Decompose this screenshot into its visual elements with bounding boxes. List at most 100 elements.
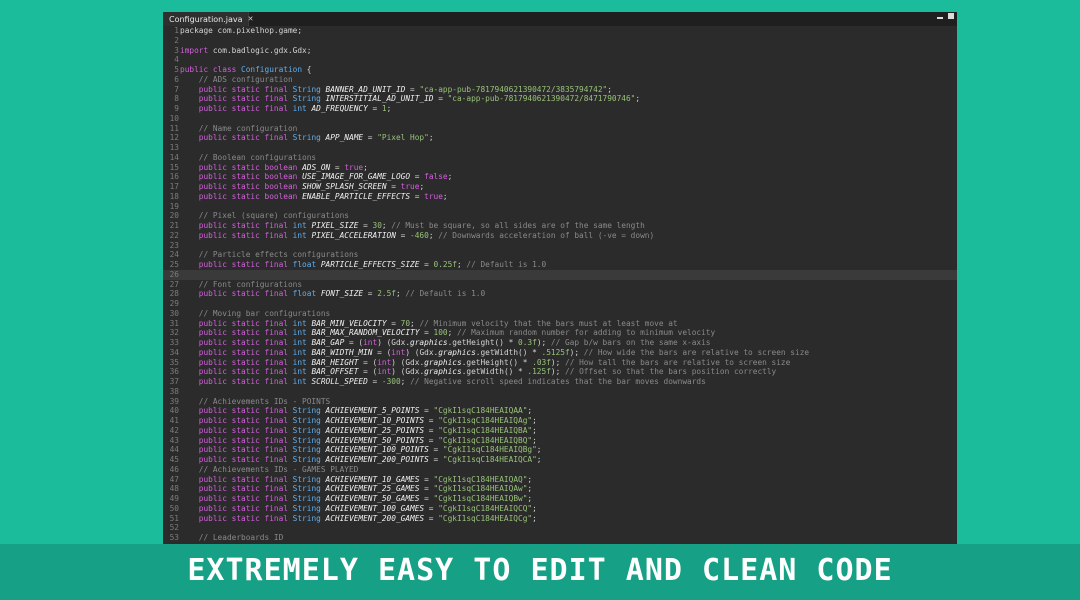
code-text: public static final String INTERSTITIAL_… <box>180 94 641 104</box>
code-line[interactable]: 30 // Moving bar configurations <box>163 309 957 319</box>
line-number: 13 <box>169 143 179 152</box>
line-number: 20 <box>169 211 179 221</box>
line-number: 21 <box>169 221 179 230</box>
line-number: 49 <box>169 494 179 503</box>
line-number: 52 <box>169 523 179 533</box>
line-number: 34 <box>169 347 179 357</box>
code-line[interactable]: 29 <box>163 299 957 309</box>
code-line[interactable]: 19 <box>163 202 957 212</box>
code-line[interactable]: 52 <box>163 523 957 533</box>
code-line[interactable]: 47 public static final String ACHIEVEMEN… <box>163 475 957 485</box>
code-text: public static final int BAR_WIDTH_MIN = … <box>180 347 810 357</box>
line-number: 6 <box>174 74 179 84</box>
code-line[interactable]: 53 // Leaderboards ID <box>163 533 957 543</box>
code-line[interactable]: 6 // ADS configuration <box>163 75 957 85</box>
line-number: 17 <box>169 182 179 191</box>
line-number: 3 <box>174 45 179 55</box>
tab-bar: Configuration.java ✕ <box>163 12 957 26</box>
code-text: public static final String ACHIEVEMENT_1… <box>180 474 533 484</box>
code-line[interactable]: 27 // Font configurations <box>163 280 957 290</box>
code-line[interactable]: 36 public static final int BAR_OFFSET = … <box>163 367 957 377</box>
code-line[interactable]: 21 public static final int PIXEL_SIZE = … <box>163 221 957 231</box>
code-text: public static final int BAR_OFFSET = (in… <box>180 367 777 377</box>
code-editor[interactable]: 1 package com.pixelhop.game; 2 3 import com.… <box>163 26 957 544</box>
code-line[interactable]: 37 public static final int SCROLL_SPEED … <box>163 377 957 387</box>
code-text: public static final int PIXEL_ACCELERATI… <box>180 230 655 240</box>
code-line[interactable]: 14 // Boolean configurations <box>163 153 957 163</box>
code-line[interactable]: 16 public static boolean USE_IMAGE_FOR_G… <box>163 172 957 182</box>
code-line[interactable]: 24 // Particle effects configurations <box>163 250 957 260</box>
minimize-icon[interactable] <box>937 17 943 19</box>
line-number: 27 <box>169 279 179 289</box>
code-text: public static final int BAR_GAP = (int) … <box>180 338 711 347</box>
line-number: 39 <box>169 396 179 406</box>
code-line[interactable]: 51 public static final String ACHIEVEMEN… <box>163 514 957 524</box>
line-number: 14 <box>169 152 179 162</box>
code-line[interactable]: 1 package com.pixelhop.game; <box>163 26 957 36</box>
code-text: // Achievements IDs - POINTS <box>180 396 331 406</box>
code-line[interactable]: 11 // Name configuration <box>163 124 957 134</box>
code-text: public static final String BANNER_AD_UNI… <box>180 84 612 94</box>
line-number: 2 <box>174 35 179 45</box>
code-line[interactable]: 44 public static final String ACHIEVEMEN… <box>163 445 957 455</box>
code-line[interactable]: 20 // Pixel (square) configurations <box>163 211 957 221</box>
code-line[interactable]: 50 public static final String ACHIEVEMEN… <box>163 504 957 514</box>
code-line[interactable]: 13 <box>163 143 957 153</box>
code-line[interactable]: 7 public static final String BANNER_AD_U… <box>163 85 957 95</box>
line-number: 33 <box>169 338 179 347</box>
tab-configuration-java[interactable]: Configuration.java ✕ <box>163 12 253 26</box>
code-line[interactable]: 46 // Achievements IDs - GAMES PLAYED <box>163 465 957 475</box>
code-text: // Particle effects configurations <box>180 250 359 260</box>
code-line[interactable]: 48 public static final String ACHIEVEMEN… <box>163 484 957 494</box>
code-line[interactable]: 3 import com.badlogic.gdx.Gdx; <box>163 46 957 56</box>
line-number: 36 <box>169 367 179 377</box>
code-text: public static final String ACHIEVEMENT_2… <box>180 513 537 523</box>
line-number: 12 <box>169 133 179 143</box>
code-line[interactable]: 35 public static final int BAR_HEIGHT = … <box>163 358 957 368</box>
code-text: public static boolean USE_IMAGE_FOR_GAME… <box>180 172 453 182</box>
maximize-icon[interactable] <box>948 13 954 19</box>
code-text: // Font configurations <box>180 279 303 289</box>
line-number: 15 <box>169 162 179 172</box>
code-line[interactable]: 23 <box>163 241 957 251</box>
code-line[interactable]: 10 <box>163 114 957 124</box>
close-icon[interactable]: ✕ <box>248 15 254 23</box>
code-text: import com.badlogic.gdx.Gdx; <box>180 45 312 55</box>
code-line[interactable]: 38 <box>163 387 957 397</box>
code-line[interactable]: 15 public static boolean ADS_ON = true; <box>163 163 957 173</box>
code-line[interactable]: 18 public static boolean ENABLE_PARTICLE… <box>163 192 957 202</box>
code-line[interactable]: 32 public static final int BAR_MAX_RANDO… <box>163 328 957 338</box>
code-line[interactable]: 33 public static final int BAR_GAP = (in… <box>163 338 957 348</box>
code-line[interactable]: 12 public static final String APP_NAME =… <box>163 133 957 143</box>
code-line[interactable]: 49 public static final String ACHIEVEMEN… <box>163 494 957 504</box>
code-text: public static final String ACHIEVEMENT_5… <box>180 406 533 416</box>
code-line[interactable]: 34 public static final int BAR_WIDTH_MIN… <box>163 348 957 358</box>
code-line[interactable]: 4 <box>163 55 957 65</box>
code-line[interactable]: 25 public static final float PARTICLE_EF… <box>163 260 957 270</box>
code-line[interactable]: 22 public static final int PIXEL_ACCELER… <box>163 231 957 241</box>
line-number: 24 <box>169 250 179 260</box>
code-line[interactable]: 9 public static final int AD_FREQUENCY =… <box>163 104 957 114</box>
code-line[interactable]: 39 // Achievements IDs - POINTS <box>163 397 957 407</box>
code-line[interactable]: 40 public static final String ACHIEVEMEN… <box>163 406 957 416</box>
line-number: 4 <box>174 55 179 65</box>
line-number: 40 <box>169 406 179 416</box>
code-text: // Achievements IDs - GAMES PLAYED <box>180 464 359 474</box>
line-number: 53 <box>169 533 179 542</box>
code-line[interactable]: 5 public class Configuration { <box>163 65 957 75</box>
code-line[interactable]: 45 public static final String ACHIEVEMEN… <box>163 455 957 465</box>
code-text: public static final String ACHIEVEMENT_2… <box>180 425 537 435</box>
tab-title: Configuration.java <box>169 14 243 24</box>
code-line[interactable]: 26 <box>163 269 957 280</box>
code-line[interactable]: 2 <box>163 36 957 46</box>
code-line[interactable]: 8 public static final String INTERSTITIA… <box>163 94 957 104</box>
code-line[interactable]: 31 public static final int BAR_MIN_VELOC… <box>163 319 957 329</box>
code-line[interactable]: 43 public static final String ACHIEVEMEN… <box>163 436 957 446</box>
code-text: package com.pixelhop.game; <box>180 26 303 35</box>
code-line[interactable]: 17 public static boolean SHOW_SPLASH_SCR… <box>163 182 957 192</box>
line-number: 38 <box>169 386 179 396</box>
code-line[interactable]: 42 public static final String ACHIEVEMEN… <box>163 426 957 436</box>
code-text: // Pixel (square) configurations <box>180 211 349 221</box>
code-line[interactable]: 28 public static final float FONT_SIZE =… <box>163 289 957 299</box>
code-line[interactable]: 41 public static final String ACHIEVEMEN… <box>163 416 957 426</box>
